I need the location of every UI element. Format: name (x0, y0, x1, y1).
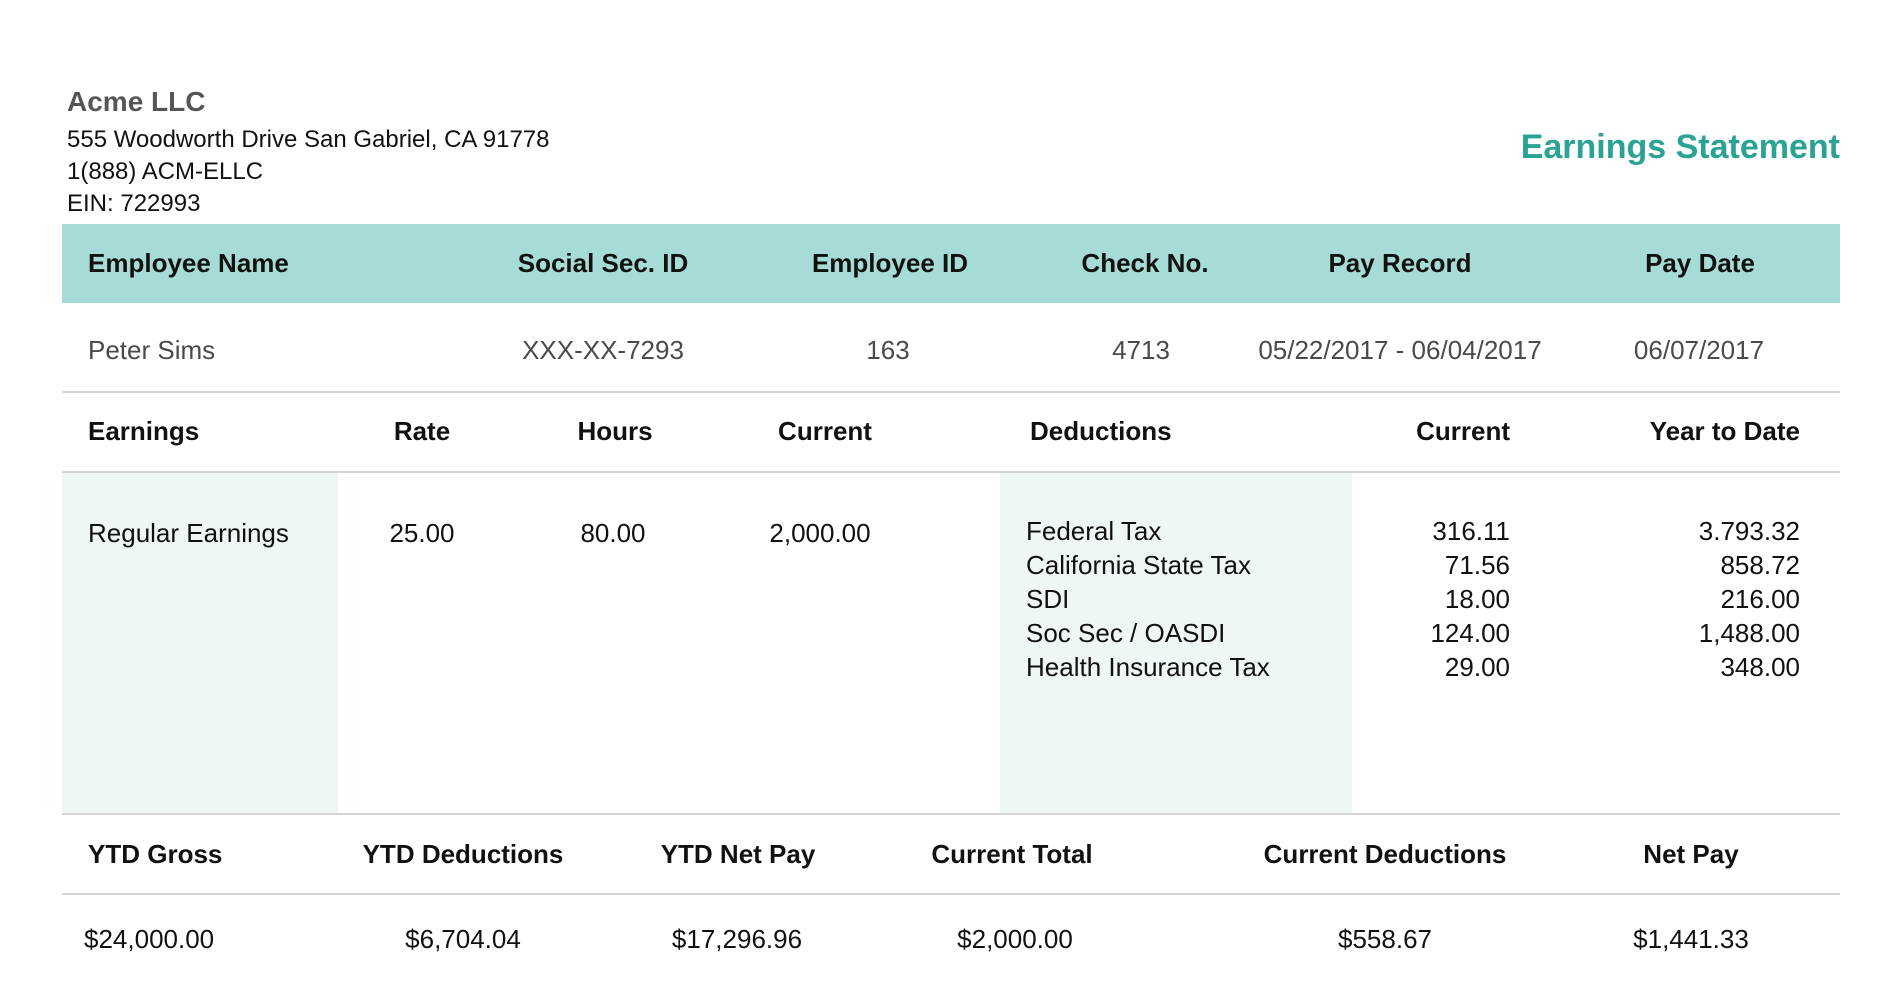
pay-date-header: Pay Date (1645, 248, 1755, 278)
earnings-current-header: Current (778, 416, 872, 446)
deduction-ytd-soc-sec-oasdi: 1,488.00 (1698, 618, 1800, 648)
ytd-net-pay-header: YTD Net Pay (660, 839, 816, 869)
divider (62, 391, 1840, 393)
employee-name-value: Peter Sims (88, 335, 216, 365)
deduction-current-federal-tax: 316.11 (1432, 516, 1510, 546)
pay-record-value: 05/22/2017 - 06/04/2017 (1258, 335, 1542, 365)
social-sec-id-value: XXX-XX-7293 (522, 335, 684, 365)
statement-title: Earnings Statement (1520, 128, 1840, 166)
earnings-current: 2,000.00 (769, 518, 871, 548)
ytd-gross-header: YTD Gross (88, 839, 223, 869)
earnings-hours: 80.00 (580, 518, 646, 548)
deduction-label-soc-sec-oasdi: Soc Sec / OASDI (1026, 618, 1226, 648)
current-deductions-value: $558.67 (1338, 924, 1432, 954)
hours-header: Hours (577, 416, 653, 446)
employee-id-value: 163 (866, 335, 910, 365)
current-total-header: Current Total (931, 839, 1093, 869)
pay-date-value: 06/07/2017 (1633, 335, 1765, 365)
ytd-deductions-header: YTD Deductions (362, 839, 564, 869)
net-pay-header: Net Pay (1643, 839, 1739, 869)
deduction-label-sdi: SDI (1026, 584, 1070, 614)
deduction-current-california-state-tax: 71.56 (1444, 550, 1510, 580)
company-name: Acme LLC (67, 86, 206, 117)
deductions-header: Deductions (1030, 416, 1172, 446)
employee-id-header: Employee ID (811, 248, 969, 278)
deduction-current-soc-sec-oasdi: 124.00 (1430, 618, 1510, 648)
net-pay-value: $1,441.33 (1633, 924, 1749, 954)
deduction-label-california-state-tax: California State Tax (1026, 550, 1251, 580)
current-total-value: $2,000.00 (957, 924, 1073, 954)
deduction-ytd-health-insurance-tax: 348.00 (1720, 652, 1800, 682)
deduction-label-health-insurance-tax: Health Insurance Tax (1026, 652, 1270, 682)
company-address: 555 Woodworth Drive San Gabriel, CA 9177… (67, 126, 550, 153)
pay-record-header: Pay Record (1328, 248, 1472, 278)
deductions-current-values: 316.11 71.56 18.00 124.00 29.00 (1360, 514, 1510, 684)
rate-header: Rate (393, 416, 451, 446)
year-to-date-header: Year to Date (1649, 416, 1800, 446)
deduction-ytd-sdi: 216.00 (1720, 584, 1800, 614)
social-sec-id-header: Social Sec. ID (517, 248, 689, 278)
deduction-ytd-federal-tax: 3.793.32 (1698, 516, 1800, 546)
deduction-ytd-california-state-tax: 858.72 (1720, 550, 1800, 580)
deductions-ytd-values: 3.793.32 858.72 216.00 1,488.00 348.00 (1600, 514, 1800, 684)
employee-name-header: Employee Name (88, 248, 289, 278)
earnings-label: Regular Earnings (88, 518, 289, 548)
earnings-rate: 25.00 (389, 518, 455, 548)
ytd-gross-value: $24,000.00 (84, 924, 215, 954)
earnings-header: Earnings (88, 416, 200, 446)
deductions-current-header: Current (1416, 416, 1510, 446)
deduction-label-federal-tax: Federal Tax (1026, 516, 1162, 546)
company-ein: EIN: 722993 (67, 190, 201, 217)
deductions-labels: Federal Tax California State Tax SDI Soc… (1026, 514, 1270, 684)
deduction-current-health-insurance-tax: 29.00 (1444, 652, 1510, 682)
check-no-value: 4713 (1112, 335, 1170, 365)
divider (62, 813, 1840, 815)
divider (62, 893, 1840, 895)
company-phone: 1(888) ACM-ELLC (67, 158, 264, 185)
deduction-current-sdi: 18.00 (1444, 584, 1510, 614)
ytd-net-pay-value: $17,296.96 (671, 924, 803, 954)
check-no-header: Check No. (1081, 248, 1209, 278)
ytd-deductions-value: $6,704.04 (405, 924, 521, 954)
current-deductions-header: Current Deductions (1263, 839, 1507, 869)
